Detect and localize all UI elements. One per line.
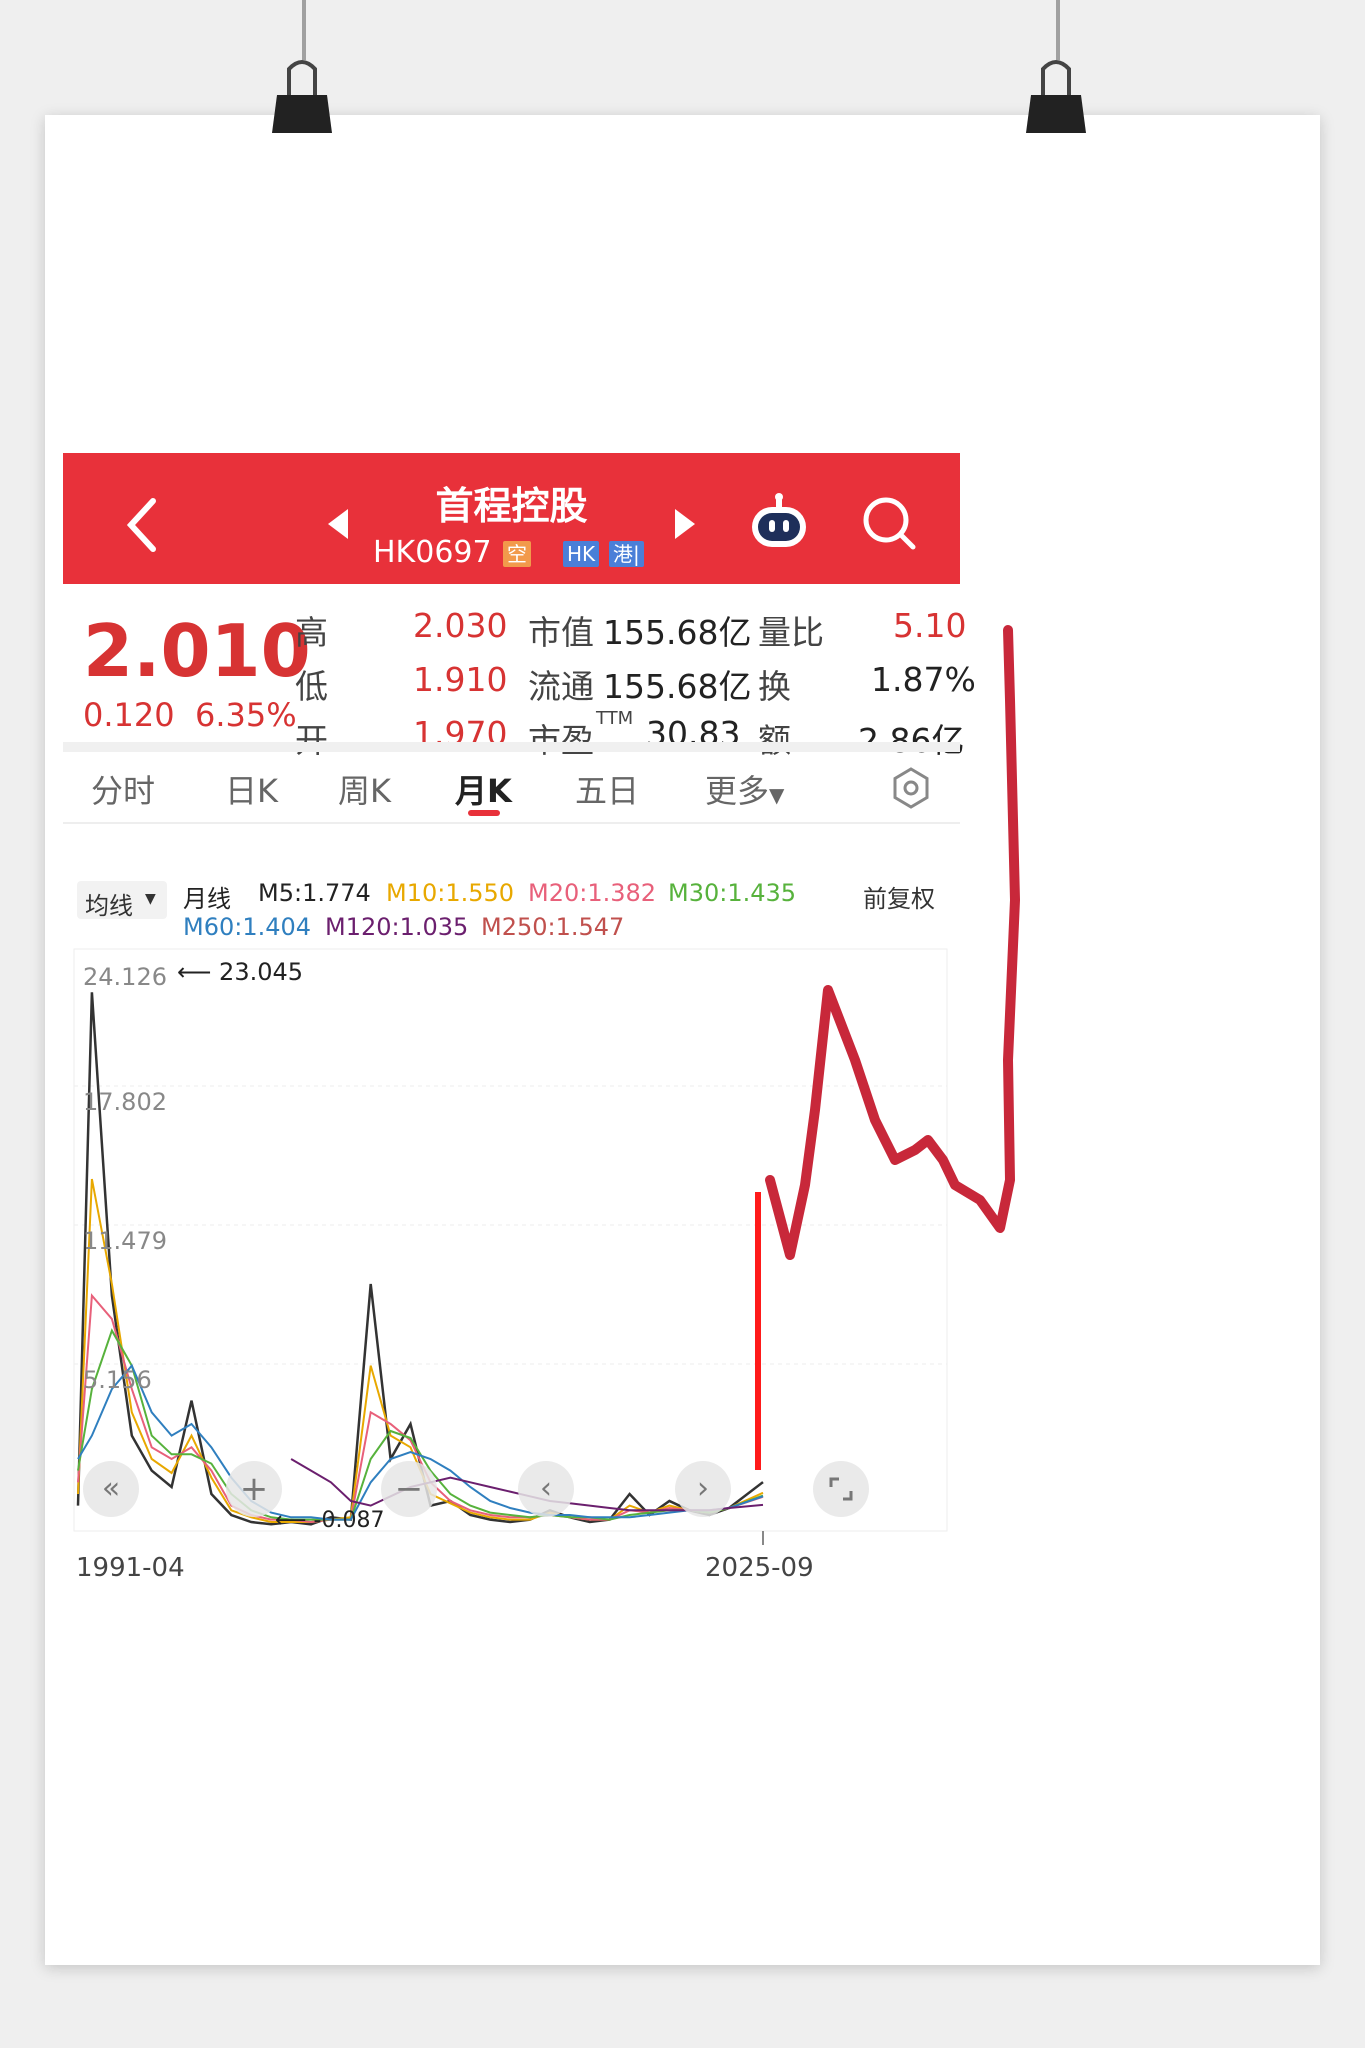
hand-drawn-red-line [765, 625, 1020, 1260]
hand-drawn-overlay [755, 625, 1020, 1470]
